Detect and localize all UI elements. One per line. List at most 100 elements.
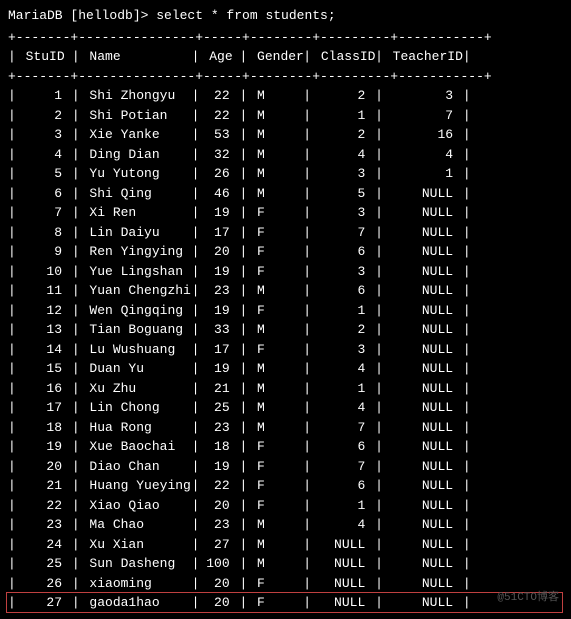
cell: Sun Dasheng — [80, 554, 192, 574]
cell: NULL — [311, 535, 375, 555]
cell: TeacherID — [383, 47, 463, 67]
cell: Yu Yutong — [80, 164, 192, 184]
separator-mid: +-------+---------------+-----+--------+… — [8, 67, 563, 87]
cell: NULL — [383, 281, 463, 301]
cell: 16 — [383, 125, 463, 145]
table-row: |15 | Duan Yu|19 | M|4 |NULL | — [8, 359, 563, 379]
cell: Shi Qing — [80, 184, 192, 204]
cell: M — [247, 164, 303, 184]
cell: M — [247, 281, 303, 301]
cell: Lu Wushuang — [80, 340, 192, 360]
table-row: |21 | Huang Yueying|22 | F|6 |NULL | — [8, 476, 563, 496]
cell: Ma Chao — [80, 515, 192, 535]
cell: 9 — [16, 242, 72, 262]
cell: 1 — [383, 164, 463, 184]
cell: F — [247, 476, 303, 496]
cell: Lin Daiyu — [80, 223, 192, 243]
cell: NULL — [383, 262, 463, 282]
cell: NULL — [383, 515, 463, 535]
table-row: |19 | Xue Baochai|18 | F|6 |NULL | — [8, 437, 563, 457]
cell: 19 — [199, 203, 239, 223]
table-row: |16 | Xu Zhu|21 | M|1 |NULL | — [8, 379, 563, 399]
cell: F — [247, 496, 303, 516]
table-row: |11 | Yuan Chengzhi|23 | M|6 |NULL | — [8, 281, 563, 301]
table-row: |24 | Xu Xian|27 | M|NULL |NULL | — [8, 535, 563, 555]
table-row: |4 | Ding Dian|32 | M|4 |4 | — [8, 145, 563, 165]
table-row: |5 | Yu Yutong|26 | M|3 |1 | — [8, 164, 563, 184]
cell: 17 — [199, 340, 239, 360]
cell: Hua Rong — [80, 418, 192, 438]
cell: M — [247, 184, 303, 204]
table-row: |25 | Sun Dasheng|100 | M|NULL |NULL | — [8, 554, 563, 574]
cell: 19 — [199, 457, 239, 477]
cell: Xu Xian — [80, 535, 192, 555]
cell: NULL — [311, 593, 375, 613]
table-row: |8 | Lin Daiyu|17 | F|7 |NULL | — [8, 223, 563, 243]
cell: F — [247, 457, 303, 477]
cell: 1 — [16, 86, 72, 106]
cell: 16 — [16, 379, 72, 399]
cell: 3 — [311, 262, 375, 282]
cell: 2 — [16, 106, 72, 126]
table-row: |1 | Shi Zhongyu|22 | M|2 |3 | — [8, 86, 563, 106]
cell: M — [247, 515, 303, 535]
cell: Wen Qingqing — [80, 301, 192, 321]
cell: F — [247, 593, 303, 613]
column-headers: | StuID| Name| Age| Gender| ClassID| Tea… — [8, 47, 563, 67]
cell: 5 — [16, 164, 72, 184]
table-row: |9 | Ren Yingying|20 | F|6 |NULL | — [8, 242, 563, 262]
cell: 4 — [383, 145, 463, 165]
cell: Age — [199, 47, 239, 67]
cell: M — [247, 320, 303, 340]
table-row: |12 | Wen Qingqing|19 | F|1 |NULL | — [8, 301, 563, 321]
cell: F — [247, 301, 303, 321]
cell: 23 — [199, 515, 239, 535]
cell: M — [247, 418, 303, 438]
table-row: |18 | Hua Rong|23 | M|7 |NULL | — [8, 418, 563, 438]
cell: NULL — [383, 476, 463, 496]
cell: NULL — [383, 535, 463, 555]
cell: Ren Yingying — [80, 242, 192, 262]
cell: 7 — [383, 106, 463, 126]
cell: xiaoming — [80, 574, 192, 594]
table-row: |20 | Diao Chan|19 | F|7 |NULL | — [8, 457, 563, 477]
cell: M — [247, 359, 303, 379]
cell: 19 — [16, 437, 72, 457]
cell: 21 — [16, 476, 72, 496]
cell: 1 — [311, 106, 375, 126]
cell: 6 — [311, 476, 375, 496]
cell: 19 — [199, 359, 239, 379]
cell: NULL — [383, 437, 463, 457]
separator-top: +-------+---------------+-----+--------+… — [8, 28, 563, 48]
sql-prompt[interactable]: MariaDB [hellodb]> select * from student… — [8, 6, 563, 26]
cell: 18 — [16, 418, 72, 438]
cell: Lin Chong — [80, 398, 192, 418]
cell: 6 — [311, 281, 375, 301]
cell: NULL — [383, 398, 463, 418]
cell: 7 — [16, 203, 72, 223]
cell: 22 — [199, 106, 239, 126]
cell: Gender — [247, 47, 303, 67]
cell: NULL — [383, 340, 463, 360]
cell: 1 — [311, 301, 375, 321]
cell: 23 — [199, 418, 239, 438]
cell: 100 — [199, 554, 239, 574]
cell: NULL — [383, 359, 463, 379]
cell: Diao Chan — [80, 457, 192, 477]
table-row: |6 | Shi Qing|46 | M|5 |NULL | — [8, 184, 563, 204]
cell: 5 — [311, 184, 375, 204]
table-row: |13 | Tian Boguang|33 | M|2 |NULL | — [8, 320, 563, 340]
cell: Shi Zhongyu — [80, 86, 192, 106]
table-row: |23 | Ma Chao|23 | M|4 |NULL | — [8, 515, 563, 535]
cell: 18 — [199, 437, 239, 457]
cell: 4 — [311, 398, 375, 418]
cell: NULL — [383, 574, 463, 594]
cell: NULL — [383, 320, 463, 340]
cell: 8 — [16, 223, 72, 243]
cell: 20 — [199, 574, 239, 594]
cell: 46 — [199, 184, 239, 204]
cell: 22 — [199, 476, 239, 496]
table-row: |2 | Shi Potian|22 | M|1 |7 | — [8, 106, 563, 126]
cell: 7 — [311, 418, 375, 438]
cell: 25 — [199, 398, 239, 418]
